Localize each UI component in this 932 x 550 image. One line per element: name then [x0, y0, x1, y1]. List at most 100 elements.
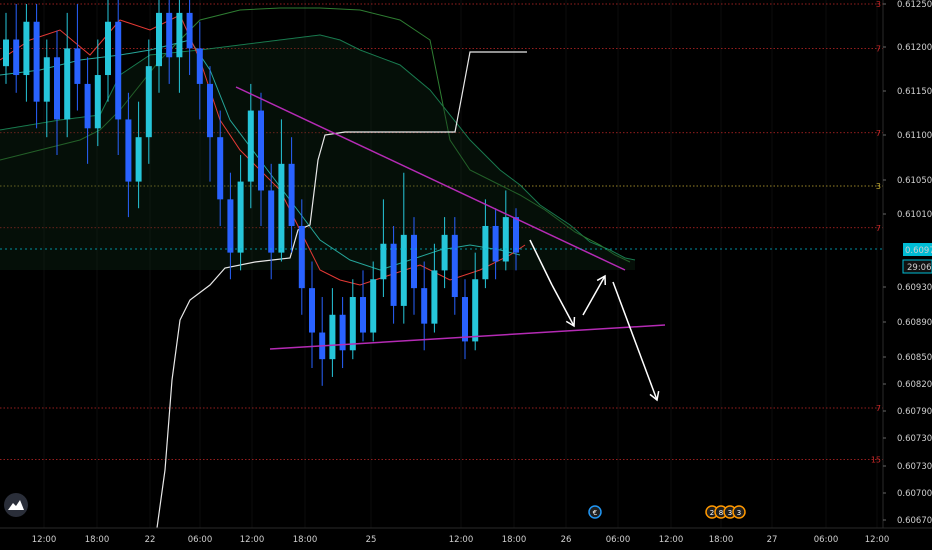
candle-body	[207, 83, 213, 138]
candle-body	[43, 57, 50, 102]
event-marker-label: 8	[719, 509, 723, 517]
time-tick-label: 12:00	[449, 535, 474, 545]
candle-body	[156, 12, 162, 67]
arrow-segment[interactable]	[551, 284, 575, 327]
candle-body	[411, 234, 417, 289]
candle-body	[390, 243, 397, 306]
price-tick-label: 0.60890	[897, 318, 932, 328]
price-tick-label: 0.60730	[897, 434, 932, 444]
time-tick-label: 06:00	[606, 535, 631, 545]
level-tag: 7	[876, 129, 881, 138]
current-price-value: 0.60972	[905, 246, 932, 256]
candle-body	[431, 270, 438, 324]
candle-body	[288, 163, 295, 226]
candle-body	[513, 217, 519, 253]
price-tick-label: 0.60670	[897, 516, 932, 526]
cloud-fill	[0, 35, 635, 270]
time-tick-label: 18:00	[502, 535, 527, 545]
level-tag: 3	[876, 182, 881, 191]
event-marker-label: 3	[728, 509, 732, 517]
time-tick-label: 12:00	[240, 535, 265, 545]
price-tick-label: 0.61250	[897, 0, 932, 10]
candle-body	[451, 234, 458, 298]
price-tick-label: 0.61050	[897, 176, 932, 186]
time-tick-label: 18:00	[85, 535, 110, 545]
arrow-segment[interactable]	[612, 281, 658, 401]
candle-body	[298, 225, 305, 289]
arrow-segment[interactable]	[582, 275, 606, 316]
time-tick-label: 06:00	[188, 535, 213, 545]
price-tick-label: 0.60850	[897, 353, 932, 363]
candle-body	[23, 21, 30, 76]
price-tick-label: 0.60730	[897, 462, 932, 472]
candle-body	[370, 279, 377, 333]
candle-body	[176, 12, 183, 58]
candle-body	[502, 217, 509, 262]
level-tag: 7	[876, 44, 881, 53]
price-tick-label: 0.60790	[897, 407, 932, 417]
price-tick-label: 0.60930	[897, 283, 932, 293]
event-marker-label: 2	[710, 509, 714, 517]
event-marker-label: 3	[737, 509, 741, 517]
candle-body	[135, 137, 142, 182]
chart[interactable]: 3 7 7 3 7 7 15 0.61250 0.61200 0.61150 0.61100 0.6…	[0, 0, 932, 550]
candle-body	[349, 297, 356, 351]
event-markers[interactable]: €2 8 3 3	[588, 505, 746, 519]
countdown-value: 29:06	[907, 263, 932, 273]
candle-body	[482, 225, 489, 280]
time-tick-label: 06:00	[814, 535, 839, 545]
candle-body	[472, 279, 479, 342]
candle-body	[227, 199, 234, 253]
candle-body	[166, 12, 173, 58]
candle-body	[329, 314, 336, 360]
level-tag: 15	[871, 456, 881, 465]
candle-body	[492, 225, 499, 262]
time-tick-label: 12:00	[865, 535, 890, 545]
candle-body	[237, 181, 244, 253]
event-marker-label: €	[593, 509, 597, 517]
candle-body	[186, 12, 193, 49]
time-tick-label: 12:00	[659, 535, 684, 545]
level-tag: 7	[876, 224, 881, 233]
candle-body	[278, 163, 285, 253]
price-tick-label: 0.60820	[897, 380, 932, 390]
level-tag: 3	[876, 0, 881, 9]
price-tick-label: 0.61010	[897, 210, 932, 220]
candle-body	[400, 234, 407, 306]
time-tick-label: 26	[561, 535, 572, 545]
candle-body	[309, 288, 315, 333]
candle-body	[13, 39, 20, 76]
candle-body	[268, 190, 275, 253]
candle-body	[441, 234, 448, 271]
candle-body	[421, 288, 428, 324]
candle-body	[360, 297, 366, 333]
candle-body	[145, 66, 152, 138]
candle-body	[196, 48, 203, 84]
candle-body	[217, 137, 224, 200]
candle-body	[54, 57, 60, 120]
time-tick-label: 12:00	[32, 535, 57, 545]
candle-body	[74, 48, 81, 84]
candle-body	[462, 297, 468, 342]
price-tick-label: 0.61100	[897, 131, 932, 141]
candle-body	[94, 75, 101, 129]
time-tick-label: 27	[767, 535, 778, 545]
price-tick-label: 0.60700	[897, 489, 932, 499]
candle-body	[3, 39, 9, 67]
time-tick-label: 22	[145, 535, 156, 545]
price-tick-label: 0.61150	[897, 87, 932, 97]
candle-body	[247, 110, 254, 182]
candle-body	[258, 110, 264, 191]
tradingview-logo-icon[interactable]	[4, 493, 28, 517]
candle-body	[105, 21, 111, 76]
time-tick-label: 18:00	[293, 535, 318, 545]
time-axis[interactable]: 12:00 18:00 22 06:00 12:00 18:00 25 12:00 18:00 2…	[0, 527, 932, 550]
candle-body	[64, 48, 71, 120]
level-tag: 7	[876, 404, 881, 413]
candle-body	[125, 119, 132, 182]
mountain-icon	[8, 500, 24, 510]
candle-body	[115, 21, 122, 120]
time-tick-label: 25	[366, 535, 377, 545]
price-tick-label: 0.61200	[897, 43, 932, 53]
candle-body	[33, 21, 40, 102]
